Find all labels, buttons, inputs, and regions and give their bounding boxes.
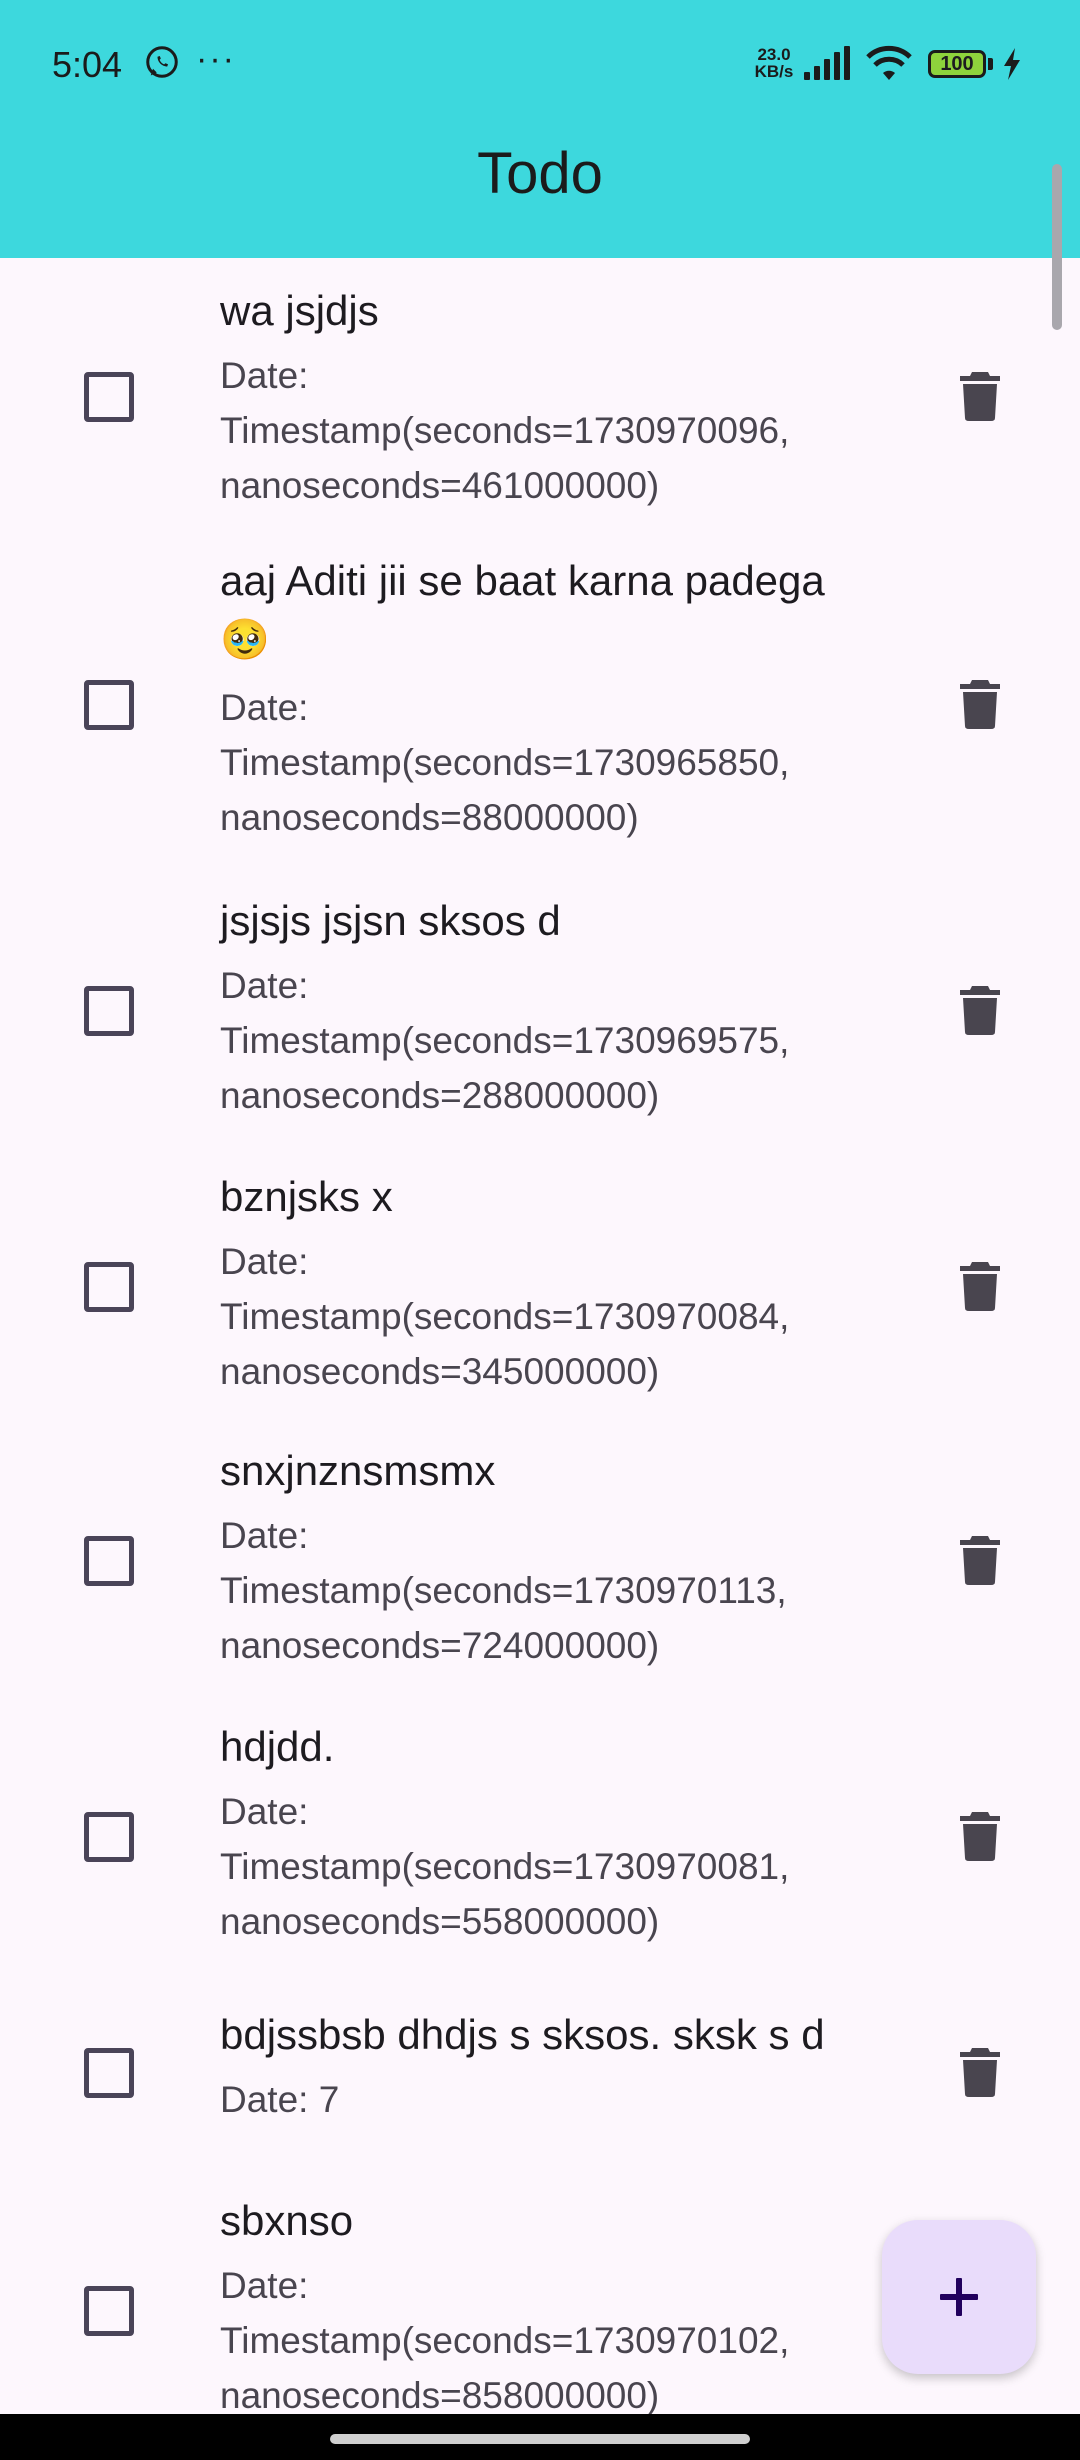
- todo-date-value: Timestamp(seconds=1730970096,: [220, 410, 790, 451]
- todo-date-nanos: nanoseconds=461000000): [220, 465, 660, 506]
- todo-date-nanos: nanoseconds=558000000): [220, 1901, 660, 1942]
- app-header: 5:04 ··· 23.0 KB/s 100 Todo: [0, 0, 1080, 258]
- delete-icon[interactable]: [958, 678, 1002, 730]
- net-speed-value: 23.0: [757, 45, 791, 64]
- todo-date-label: Date:: [220, 965, 309, 1006]
- todo-date-label: Date:: [220, 1515, 309, 1556]
- todo-title: sbxnso: [220, 2197, 354, 2244]
- todo-checkbox[interactable]: [84, 1262, 134, 1312]
- todo-date-nanos: nanoseconds=724000000): [220, 1625, 660, 1666]
- delete-icon[interactable]: [958, 1810, 1002, 1862]
- todo-checkbox[interactable]: [84, 2048, 134, 2098]
- todo-date-value: Timestamp(seconds=1730970102,: [220, 2320, 790, 2361]
- todo-item: snxjnznsmsmx Date: Timestamp(seconds=173…: [0, 1426, 1080, 1702]
- todo-date-value: Timestamp(seconds=1730970113,: [220, 1570, 787, 1611]
- battery-tip: [988, 58, 993, 70]
- todo-date-value: Timestamp(seconds=1730969575,: [220, 1020, 790, 1061]
- page-title: Todo: [477, 141, 603, 206]
- net-speed: 23.0 KB/s: [752, 46, 796, 80]
- todo-title: wa jsjdjs: [220, 287, 379, 334]
- todo-item: wa jsjdjs Date: Timestamp(seconds=173097…: [0, 258, 1080, 534]
- todo-date-label: Date:: [220, 1241, 309, 1282]
- todo-checkbox[interactable]: [84, 680, 134, 730]
- todo-date-value: Timestamp(seconds=1730970081,: [220, 1846, 790, 1887]
- add-todo-button[interactable]: [882, 2220, 1036, 2374]
- todo-item: hdjdd. Date: Timestamp(seconds=173097008…: [0, 1702, 1080, 1978]
- todo-checkbox[interactable]: [84, 1536, 134, 1586]
- battery-icon: 100: [928, 50, 986, 78]
- wifi-icon: [866, 45, 912, 80]
- todo-date-short: Date: 7: [220, 2079, 340, 2120]
- signal-icon: [804, 46, 850, 80]
- todo-checkbox[interactable]: [84, 1812, 134, 1862]
- delete-icon[interactable]: [958, 370, 1002, 422]
- delete-icon[interactable]: [958, 1260, 1002, 1312]
- status-time: 5:04: [52, 44, 123, 85]
- todo-date-label: Date:: [220, 1791, 309, 1832]
- todo-title-emoji: 🥹: [220, 618, 270, 662]
- delete-icon[interactable]: [958, 984, 1002, 1036]
- todo-date-label: Date:: [220, 687, 309, 728]
- todo-date-value: Timestamp(seconds=1730970084,: [220, 1296, 790, 1337]
- todo-date-label: Date:: [220, 355, 309, 396]
- todo-title: aaj Aditi jii se baat karna padega: [220, 557, 825, 604]
- home-gesture-handle[interactable]: [330, 2434, 750, 2444]
- plus-icon: [940, 2278, 978, 2316]
- todo-checkbox[interactable]: [84, 372, 134, 422]
- todo-title: hdjdd.: [220, 1723, 335, 1770]
- status-more-icon: ···: [196, 40, 236, 78]
- todo-date-value: Timestamp(seconds=1730965850,: [220, 742, 790, 783]
- todo-item: aaj Aditi jii se baat karna padega 🥹 Dat…: [0, 534, 1080, 874]
- delete-icon[interactable]: [958, 1534, 1002, 1586]
- todo-checkbox[interactable]: [84, 986, 134, 1036]
- todo-item: jsjsjs jsjsn sksos d Date: Timestamp(sec…: [0, 874, 1080, 1150]
- net-speed-unit: KB/s: [754, 62, 794, 81]
- todo-title: bdjssbsb dhdjs s sksos. sksk s d: [220, 2011, 825, 2058]
- todo-date-nanos: nanoseconds=88000000): [220, 797, 639, 838]
- status-bar: 5:04 ··· 23.0 KB/s 100: [0, 0, 1080, 130]
- todo-date-nanos: nanoseconds=288000000): [220, 1075, 660, 1116]
- todo-title: snxjnznsmsmx: [220, 1447, 496, 1494]
- whatsapp-icon: [146, 46, 178, 78]
- todo-item: bznjsks x Date: Timestamp(seconds=173097…: [0, 1150, 1080, 1426]
- todo-title: bznjsks x: [220, 1173, 393, 1220]
- todo-item: bdjssbsb dhdjs s sksos. sksk s d Date: 7: [0, 1978, 1080, 2178]
- todo-checkbox[interactable]: [84, 2286, 134, 2336]
- delete-icon[interactable]: [958, 2046, 1002, 2098]
- charging-icon: [1004, 48, 1020, 80]
- todo-date-label: Date:: [220, 2265, 309, 2306]
- todo-title: jsjsjs jsjsn sksos d: [220, 897, 561, 944]
- todo-date-nanos: nanoseconds=345000000): [220, 1351, 660, 1392]
